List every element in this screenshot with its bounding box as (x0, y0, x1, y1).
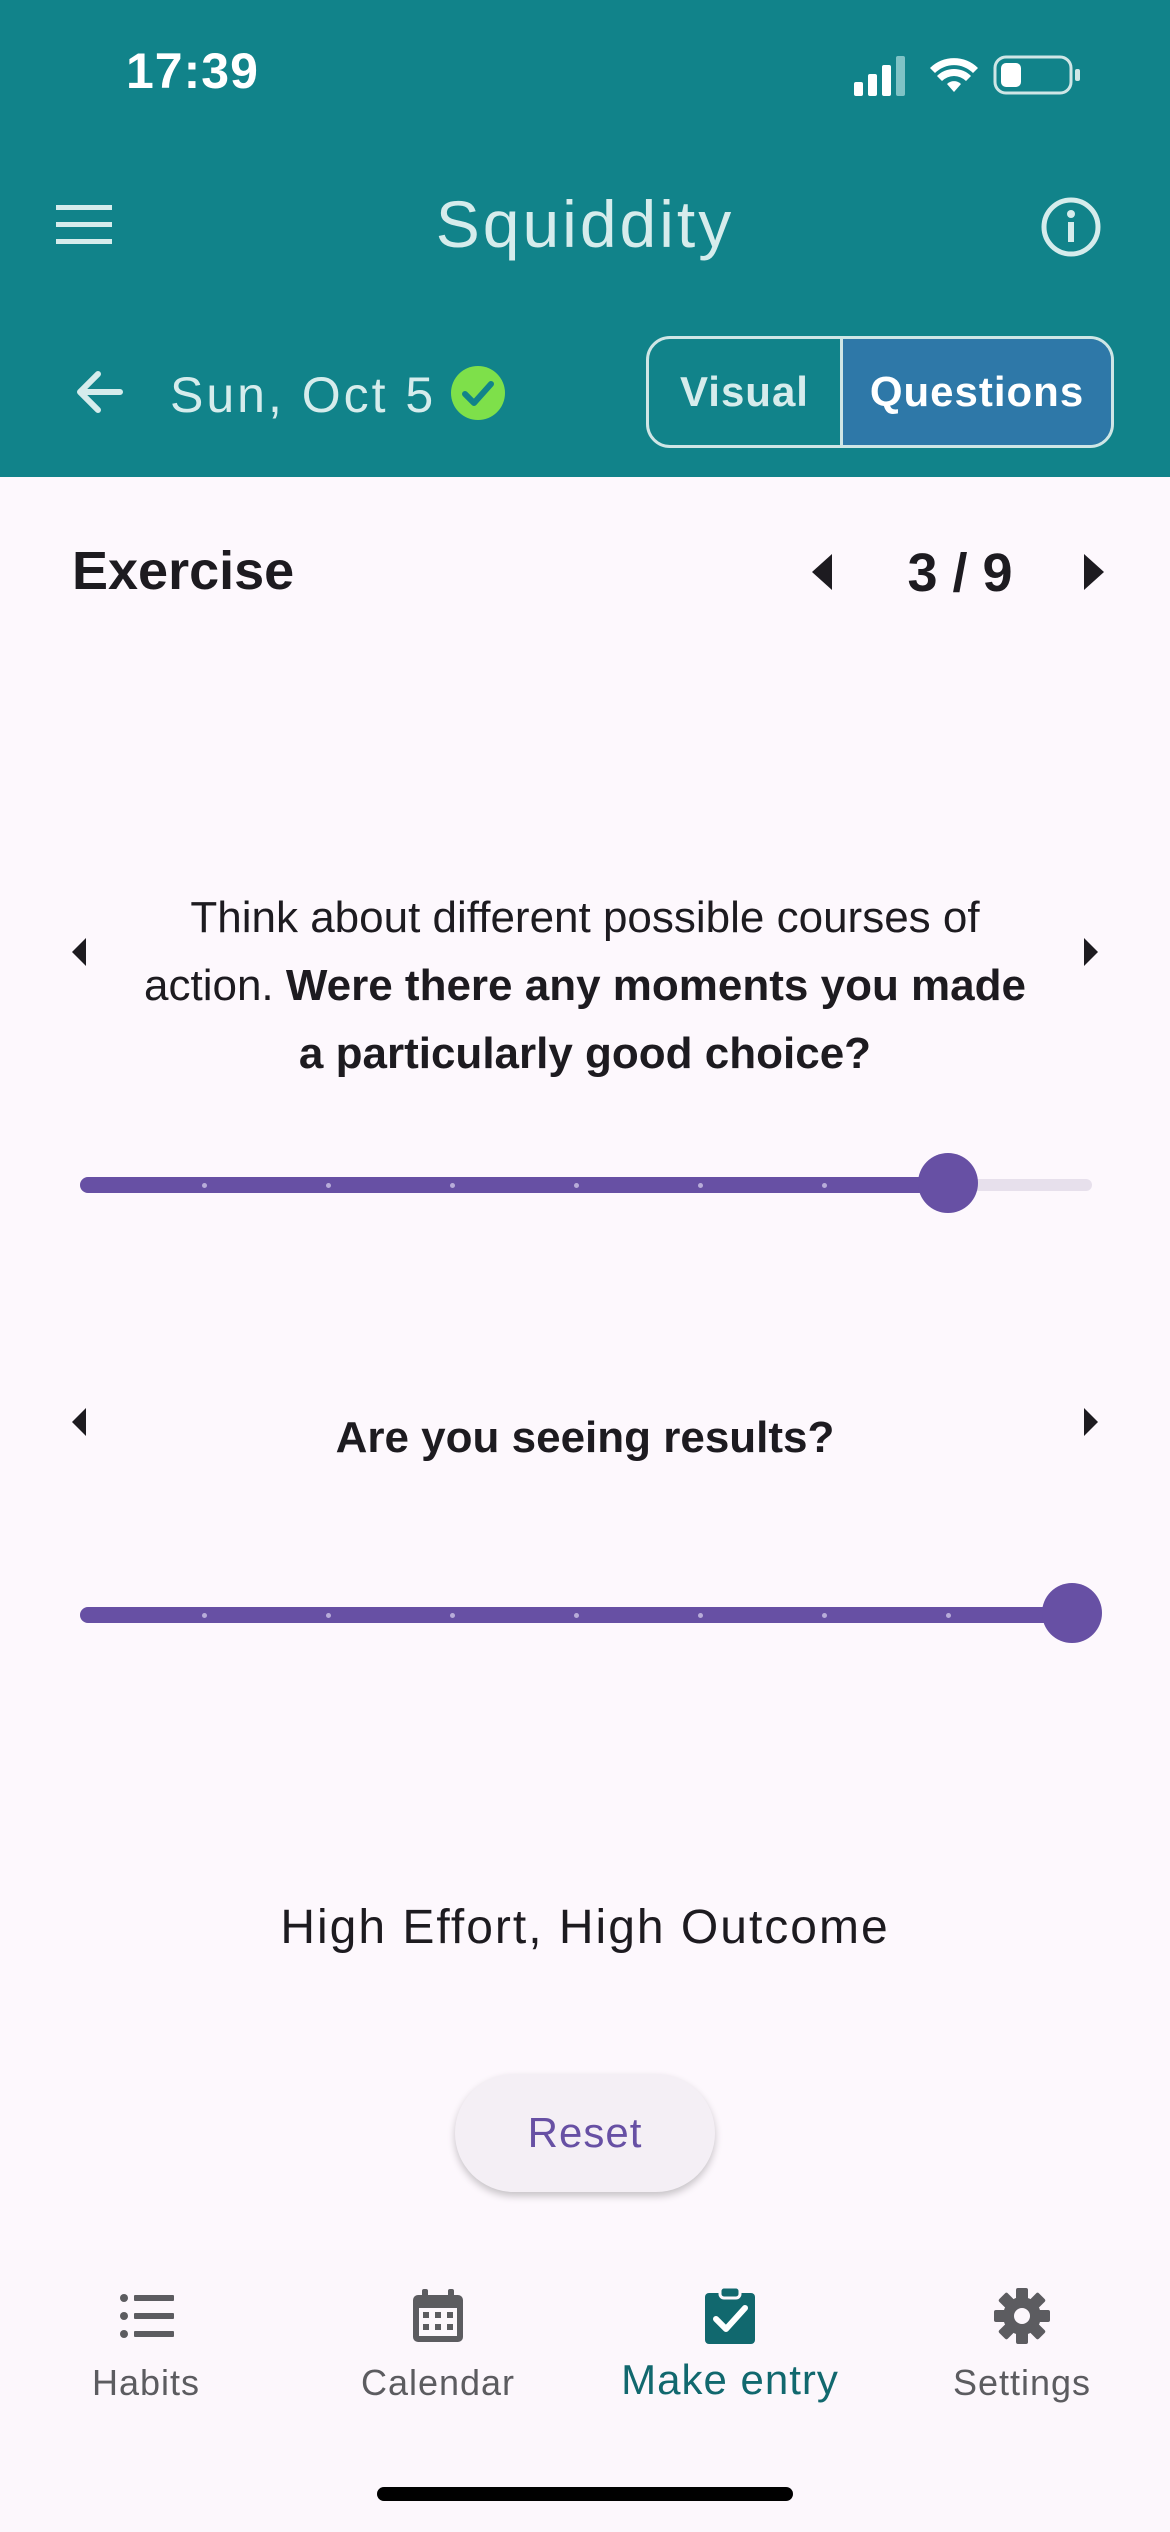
result-label: High Effort, High Outcome (280, 1901, 890, 1954)
slider-tick (326, 1183, 331, 1188)
question-prev-icon[interactable] (70, 937, 88, 967)
check-circle-icon (451, 366, 505, 420)
tab-questions[interactable]: Questions (843, 339, 1111, 445)
question-text: Think about different possible courses o… (130, 884, 1040, 1088)
question-slider[interactable] (80, 1583, 1102, 1643)
pager-prev-icon[interactable] (808, 552, 836, 592)
battery-icon (993, 55, 1080, 95)
entry-date[interactable]: Sun, Oct 5 (170, 366, 436, 424)
slider-tick (326, 1613, 331, 1618)
question-text: Are you seeing results? (130, 1404, 1040, 1472)
tab-visual[interactable]: Visual (649, 339, 843, 445)
wifi-icon (930, 58, 978, 92)
slider-tick (698, 1613, 703, 1618)
signal-icon (854, 56, 905, 96)
question-prev-icon[interactable] (70, 1407, 88, 1437)
nav-label: Habits (91, 2362, 201, 2403)
calendar-icon (413, 2289, 463, 2342)
slider-tick (450, 1613, 455, 1618)
pager-count: 3 / 9 (907, 543, 1013, 603)
view-toggle: Visual Questions (646, 336, 1114, 448)
slider-tick (946, 1613, 951, 1618)
question-bold: Were there any moments you made a partic… (285, 961, 1026, 1078)
nav-calendar[interactable]: Calendar (292, 2250, 584, 2460)
back-arrow-icon[interactable] (72, 362, 132, 422)
app-header: 17:39 Squiddity Sun, Oct 5 Visual Questi… (0, 0, 1170, 477)
slider-thumb[interactable] (1042, 1583, 1102, 1643)
slider-tick (698, 1183, 703, 1188)
slider-tick (822, 1613, 827, 1618)
slider-tick (202, 1183, 207, 1188)
home-indicator (377, 2487, 793, 2501)
question-slider[interactable] (80, 1153, 1092, 1213)
slider-fill (80, 1177, 948, 1193)
slider-tick (202, 1613, 207, 1618)
app-title: Squiddity (435, 187, 735, 261)
nav-make-entry[interactable]: Make entry (584, 2250, 876, 2460)
slider-tick (450, 1183, 455, 1188)
info-icon[interactable] (1036, 192, 1106, 262)
question-next-icon[interactable] (1082, 937, 1100, 967)
slider-tick (574, 1613, 579, 1618)
gear-icon (994, 2288, 1050, 2344)
status-time: 17:39 (126, 43, 259, 99)
habit-title: Exercise (72, 541, 295, 601)
nav-label: Make entry (621, 2356, 839, 2403)
slider-thumb[interactable] (918, 1153, 978, 1213)
status-icons (854, 55, 1080, 96)
clipboard-check-icon (705, 2286, 755, 2344)
question-bold: Are you seeing results? (335, 1413, 835, 1462)
reset-button[interactable]: Reset (455, 2074, 715, 2192)
nav-habits[interactable]: Habits (0, 2250, 292, 2460)
nav-label: Calendar (360, 2362, 516, 2403)
nav-settings[interactable]: Settings (876, 2250, 1168, 2460)
pager-next-icon[interactable] (1080, 552, 1108, 592)
list-icon (120, 2294, 174, 2338)
slider-tick (822, 1183, 827, 1188)
slider-tick (574, 1183, 579, 1188)
nav-label: Settings (952, 2362, 1092, 2403)
question-next-icon[interactable] (1082, 1407, 1100, 1437)
